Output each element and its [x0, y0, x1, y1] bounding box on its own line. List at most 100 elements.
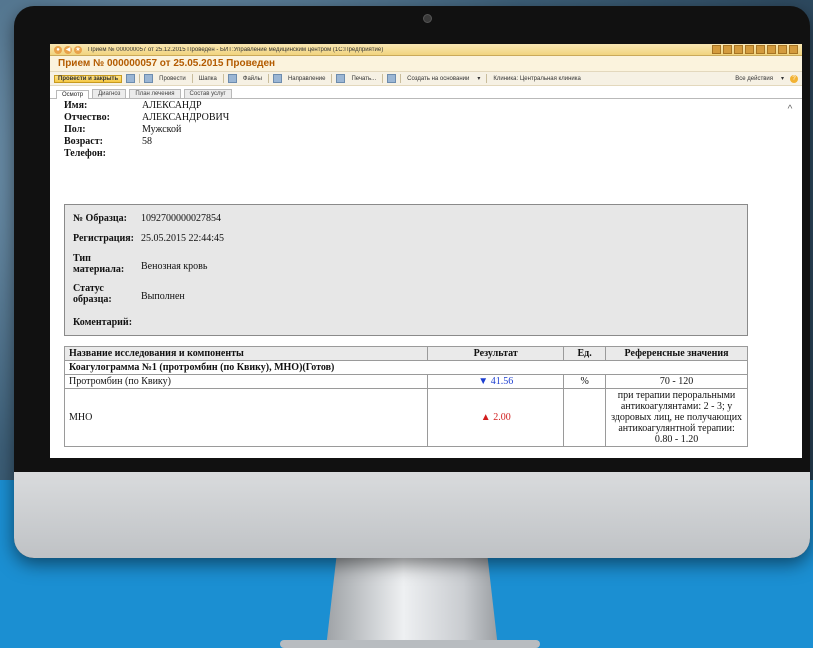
- files-icon: [227, 74, 237, 83]
- comment-label: Коментарий:: [73, 317, 133, 328]
- monitor-chin: [14, 472, 810, 558]
- star-icon[interactable]: [745, 45, 754, 54]
- report-content: Имя: АЛЕКСАНДР Отчество: АЛЕКСАНДРОВИЧ П…: [56, 98, 782, 458]
- maximize-icon[interactable]: [778, 45, 787, 54]
- post-icon: [144, 74, 154, 83]
- test-name: МНО: [63, 388, 429, 447]
- patient-phone-row: Телефон:: [64, 148, 774, 160]
- sample-number-label: № Образца:: [73, 213, 127, 224]
- test-unit: %: [563, 374, 607, 389]
- separator: [331, 74, 333, 83]
- age-label: Возраст:: [64, 136, 103, 147]
- material-value: Венозная кровь: [141, 261, 208, 272]
- sample-info-panel: № Образца: 1092700000027854 Регистрация:…: [64, 204, 748, 336]
- clinic-selector[interactable]: Клиника: Центральная клиника: [491, 76, 582, 82]
- separator: [267, 74, 269, 83]
- help-icon[interactable]: ?: [790, 74, 798, 83]
- save-icon[interactable]: [712, 45, 721, 54]
- camera-icon: [423, 14, 432, 23]
- name-label: Имя:: [64, 100, 88, 111]
- material-label: Тип материала:: [73, 253, 125, 275]
- tab-diagnosis[interactable]: Диагноз: [92, 89, 127, 98]
- status-label: Статус образца:: [73, 283, 112, 305]
- patronymic-label: Отчество:: [64, 112, 110, 123]
- favorite-icon[interactable]: ★: [74, 45, 82, 54]
- registration-label: Регистрация:: [73, 233, 135, 244]
- status-value: Выполнен: [141, 291, 185, 302]
- monitor-bezel: ● ◀ ★ Прием № 000000057 от 25.12.2015 Пр…: [14, 6, 810, 558]
- print-icon: [336, 74, 346, 83]
- files-button[interactable]: Файлы: [241, 76, 264, 82]
- patient-sex-row: Пол: Мужской: [64, 124, 774, 136]
- window-controls: [712, 45, 798, 54]
- calendar-icon[interactable]: [756, 45, 765, 54]
- tab-services[interactable]: Состав услуг: [183, 89, 232, 98]
- separator: [486, 74, 488, 83]
- report-icon[interactable]: [387, 74, 397, 83]
- app-window: ● ◀ ★ Прием № 000000057 от 25.12.2015 Пр…: [50, 44, 802, 458]
- close-icon[interactable]: [789, 45, 798, 54]
- patient-age-row: Возраст: 58: [64, 136, 774, 148]
- save-icon[interactable]: [126, 74, 136, 83]
- name-value: АЛЕКСАНДР: [142, 100, 202, 111]
- patient-name-row: Имя: АЛЕКСАНДР: [64, 100, 774, 112]
- chevron-down-icon: ▾: [477, 76, 481, 82]
- sample-number-row: № Образца:: [73, 213, 127, 224]
- column-header: Референсные значения: [605, 346, 748, 361]
- test-result: ▲ 2.00: [427, 388, 565, 447]
- registration-value: 25.05.2015 22:44:45: [141, 233, 225, 244]
- toolbar: Провести и закрыть Провести Шапка Файлы …: [50, 71, 802, 86]
- registration-row: Регистрация:: [73, 233, 134, 244]
- post-button[interactable]: Провести: [157, 76, 188, 82]
- test-group-row: Коагулограмма №1 (протромбин (по Квику),…: [64, 360, 748, 375]
- results-table: Название исследования и компоненты Резул…: [63, 346, 748, 447]
- test-name: Протромбин (по Квику): [63, 374, 429, 389]
- post-and-close-button[interactable]: Провести и закрыть: [54, 74, 123, 83]
- window-titlebar: ● ◀ ★ Прием № 000000057 от 25.12.2015 Пр…: [50, 44, 802, 56]
- create-based-on-dropdown[interactable]: Создать на основании: [405, 76, 471, 82]
- separator: [222, 74, 224, 83]
- sex-value: Мужской: [142, 124, 182, 135]
- comment-row: Коментарий:: [73, 317, 132, 328]
- separator: [191, 74, 193, 83]
- patient-patronymic-row: Отчество: АЛЕКСАНДРОВИЧ: [64, 112, 774, 124]
- document-header: Прием № 000000057 от 25.05.2015 Проведен: [50, 56, 802, 71]
- column-header: Ед.: [563, 346, 607, 361]
- vertical-scrollbar[interactable]: ^: [784, 104, 796, 454]
- age-value: 58: [142, 136, 152, 147]
- sample-number-value: 1092700000027854: [141, 213, 221, 224]
- column-header: Название исследования и компоненты: [63, 346, 429, 361]
- test-reference: 70 - 120: [605, 374, 748, 389]
- separator: [382, 74, 384, 83]
- test-reference: при терапии пероральными антикоагулянтам…: [605, 388, 748, 447]
- app-menu-icon[interactable]: ●: [54, 45, 62, 54]
- monitor-base: [280, 640, 540, 648]
- print-icon[interactable]: [723, 45, 732, 54]
- sex-label: Пол:: [64, 124, 86, 135]
- separator: [400, 74, 402, 83]
- header-button[interactable]: Шапка: [197, 76, 219, 82]
- back-icon[interactable]: ◀: [64, 45, 72, 54]
- minimize-icon[interactable]: [767, 45, 776, 54]
- all-actions-dropdown[interactable]: Все действия: [733, 76, 775, 82]
- direction-icon: [272, 74, 282, 83]
- status-row: Статус образца:: [73, 283, 133, 305]
- test-result: ▼ 41.56: [427, 374, 565, 389]
- chevron-down-icon: ▾: [780, 76, 784, 82]
- direction-button[interactable]: Направление: [286, 76, 327, 82]
- column-header: Результат: [427, 346, 565, 361]
- print-button[interactable]: Печать...: [349, 76, 378, 82]
- results-header-row: Название исследования и компоненты Резул…: [63, 346, 748, 361]
- patient-info: Имя: АЛЕКСАНДР Отчество: АЛЕКСАНДРОВИЧ П…: [56, 98, 782, 162]
- material-row: Тип материала:: [73, 253, 133, 275]
- tab-treatment-plan[interactable]: План лечения: [129, 89, 181, 98]
- chevron-up-icon[interactable]: ^: [784, 104, 796, 115]
- monitor-stand: [326, 558, 498, 648]
- test-group-name: Коагулограмма №1 (протромбин (по Квику),…: [64, 360, 748, 375]
- copy-icon[interactable]: [734, 45, 743, 54]
- patronymic-value: АЛЕКСАНДРОВИЧ: [142, 112, 230, 123]
- table-row: МНО ▲ 2.00 при терапии пероральными анти…: [63, 388, 748, 447]
- test-unit: [563, 388, 607, 447]
- table-row: Протромбин (по Квику) ▼ 41.56 % 70 - 120: [63, 374, 748, 389]
- phone-label: Телефон:: [64, 148, 106, 159]
